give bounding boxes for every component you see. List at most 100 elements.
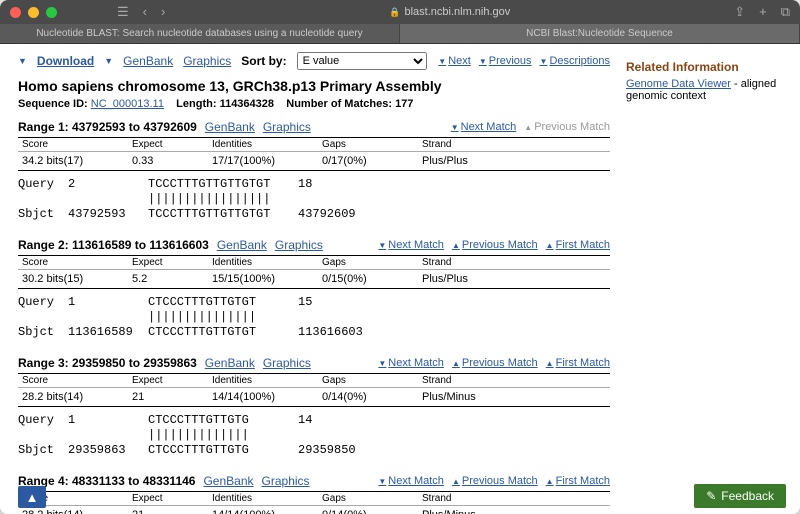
val-expect: 21 — [128, 390, 208, 404]
val-score: 28.2 bits(14) — [18, 390, 128, 404]
range-graphics-link[interactable]: Graphics — [263, 356, 311, 370]
toolbar-right: ⇪ + ⧉ — [734, 4, 790, 20]
stats-table: Score Expect Identities Gaps Strand 28.2… — [18, 373, 610, 407]
sort-by-label: Sort by: — [241, 54, 286, 68]
stats-table: Score Expect Identities Gaps Strand 30.2… — [18, 255, 610, 289]
next-match-link[interactable]: Next Match — [378, 357, 444, 369]
range-genbank-link[interactable]: GenBank — [205, 356, 255, 370]
col-gaps: Gaps — [318, 374, 418, 387]
download-caret-icon: ▼ — [18, 56, 27, 66]
col-identities: Identities — [208, 374, 318, 387]
genbank-link[interactable]: GenBank — [123, 54, 173, 68]
related-info-body: Genome Data Viewer - aligned genomic con… — [626, 78, 790, 102]
results-toolbar: ▼ Download ▼ GenBank Graphics Sort by: E… — [18, 50, 610, 76]
next-match-link[interactable]: Next Match — [378, 239, 444, 251]
range-block: Range 1: 43792593 to 43792609 GenBank Gr… — [18, 120, 610, 224]
close-window-icon[interactable] — [10, 7, 21, 18]
download-link[interactable]: Download — [37, 54, 94, 68]
tabs-icon[interactable]: ⧉ — [781, 4, 790, 20]
scroll-top-button[interactable]: ▲ — [18, 486, 46, 508]
sequence-meta: Sequence ID: NC_000013.11 Length: 114364… — [18, 98, 610, 110]
range-header: Range 1: 43792593 to 43792609 GenBank Gr… — [18, 120, 610, 134]
url-text: blast.ncbi.nlm.nih.gov — [404, 6, 510, 18]
col-strand: Strand — [418, 256, 518, 269]
col-gaps: Gaps — [318, 256, 418, 269]
descriptions-link[interactable]: Descriptions — [540, 55, 610, 67]
range-genbank-link[interactable]: GenBank — [205, 120, 255, 134]
val-identities: 17/17(100%) — [208, 154, 318, 168]
col-expect: Expect — [128, 256, 208, 269]
col-score: Score — [18, 138, 128, 151]
next-match-link[interactable]: Next Match — [378, 475, 444, 487]
matches-label: Number of Matches: — [286, 98, 392, 110]
col-expect: Expect — [128, 138, 208, 151]
feedback-label: Feedback — [721, 489, 774, 503]
val-expect: 5.2 — [128, 272, 208, 286]
tab-blast-search[interactable]: Nucleotide BLAST: Search nucleotide data… — [0, 24, 400, 43]
alignment: Query2TCCCTTTGTTGTTGTGT18|||||||||||||||… — [18, 175, 610, 224]
seq-id-link[interactable]: NC_000013.11 — [91, 98, 164, 110]
val-gaps: 0/15(0%) — [318, 272, 418, 286]
col-score: Score — [18, 374, 128, 387]
nav-icons: ☰ ‹ › — [117, 4, 165, 20]
first-match-link[interactable]: First Match — [546, 357, 610, 369]
range-nav: Next Match Previous Match First Match — [378, 239, 610, 251]
range-nav: Next Match Previous Match — [451, 121, 610, 133]
first-match-link[interactable]: First Match — [546, 239, 610, 251]
sort-select[interactable]: E value — [297, 52, 427, 70]
val-expect: 0.33 — [128, 154, 208, 168]
val-score: 28.2 bits(14) — [18, 508, 128, 514]
val-identities: 14/14(100%) — [208, 508, 318, 514]
range-nav: Next Match Previous Match First Match — [378, 357, 610, 369]
share-icon[interactable]: ⇪ — [734, 4, 745, 20]
col-gaps: Gaps — [318, 492, 418, 505]
range-graphics-link[interactable]: Graphics — [263, 120, 311, 134]
range-graphics-link[interactable]: Graphics — [262, 474, 310, 488]
graphics-link[interactable]: Graphics — [183, 54, 231, 68]
val-identities: 15/15(100%) — [208, 272, 318, 286]
val-strand: Plus/Plus — [418, 154, 518, 168]
first-match-link[interactable]: First Match — [546, 475, 610, 487]
maximize-window-icon[interactable] — [46, 7, 57, 18]
previous-link[interactable]: Previous — [479, 55, 532, 67]
minimize-window-icon[interactable] — [28, 7, 39, 18]
url-bar[interactable]: 🔒 blast.ncbi.nlm.nih.gov — [165, 6, 734, 18]
val-strand: Plus/Minus — [418, 508, 518, 514]
prev-match-link[interactable]: Previous Match — [452, 357, 538, 369]
col-strand: Strand — [418, 138, 518, 151]
lock-icon: 🔒 — [389, 7, 400, 18]
range-genbank-link[interactable]: GenBank — [217, 238, 267, 252]
col-strand: Strand — [418, 374, 518, 387]
range-header: Range 3: 29359850 to 29359863 GenBank Gr… — [18, 356, 610, 370]
feedback-icon: ✎ — [706, 489, 716, 503]
related-info-title: Related Information — [626, 60, 790, 74]
range-block: Range 3: 29359850 to 29359863 GenBank Gr… — [18, 356, 610, 460]
val-strand: Plus/Plus — [418, 272, 518, 286]
stats-table: Score Expect Identities Gaps Strand 34.2… — [18, 137, 610, 171]
matches-value: 177 — [395, 98, 413, 110]
col-identities: Identities — [208, 256, 318, 269]
val-score: 34.2 bits(17) — [18, 154, 128, 168]
col-strand: Strand — [418, 492, 518, 505]
sidebar-icon[interactable]: ☰ — [117, 4, 129, 20]
col-score: Score — [18, 256, 128, 269]
back-icon[interactable]: ‹ — [143, 4, 147, 20]
range-header: Range 4: 48331133 to 48331146 GenBank Gr… — [18, 474, 610, 488]
new-tab-icon[interactable]: + — [759, 4, 767, 20]
next-link[interactable]: Next — [438, 55, 471, 67]
range-graphics-link[interactable]: Graphics — [275, 238, 323, 252]
feedback-button[interactable]: ✎ Feedback — [694, 484, 786, 508]
length-value: 114364328 — [220, 98, 274, 110]
range-title: Range 3: 29359850 to 29359863 — [18, 356, 197, 370]
titlebar: ☰ ‹ › 🔒 blast.ncbi.nlm.nih.gov ⇪ + ⧉ — [0, 0, 800, 24]
tabs-row: Nucleotide BLAST: Search nucleotide data… — [0, 24, 800, 44]
range-genbank-link[interactable]: GenBank — [203, 474, 253, 488]
alignment: Query1CTCCCTTTGTTGTG14||||||||||||||Sbjc… — [18, 411, 610, 460]
val-gaps: 0/17(0%) — [318, 154, 418, 168]
prev-match-link[interactable]: Previous Match — [452, 239, 538, 251]
prev-match-link[interactable]: Previous Match — [452, 475, 538, 487]
genome-viewer-link[interactable]: Genome Data Viewer — [626, 78, 731, 90]
main-panel: ▼ Download ▼ GenBank Graphics Sort by: E… — [0, 44, 620, 514]
next-match-link[interactable]: Next Match — [451, 121, 517, 133]
tab-blast-results[interactable]: NCBI Blast:Nucleotide Sequence — [400, 24, 800, 43]
